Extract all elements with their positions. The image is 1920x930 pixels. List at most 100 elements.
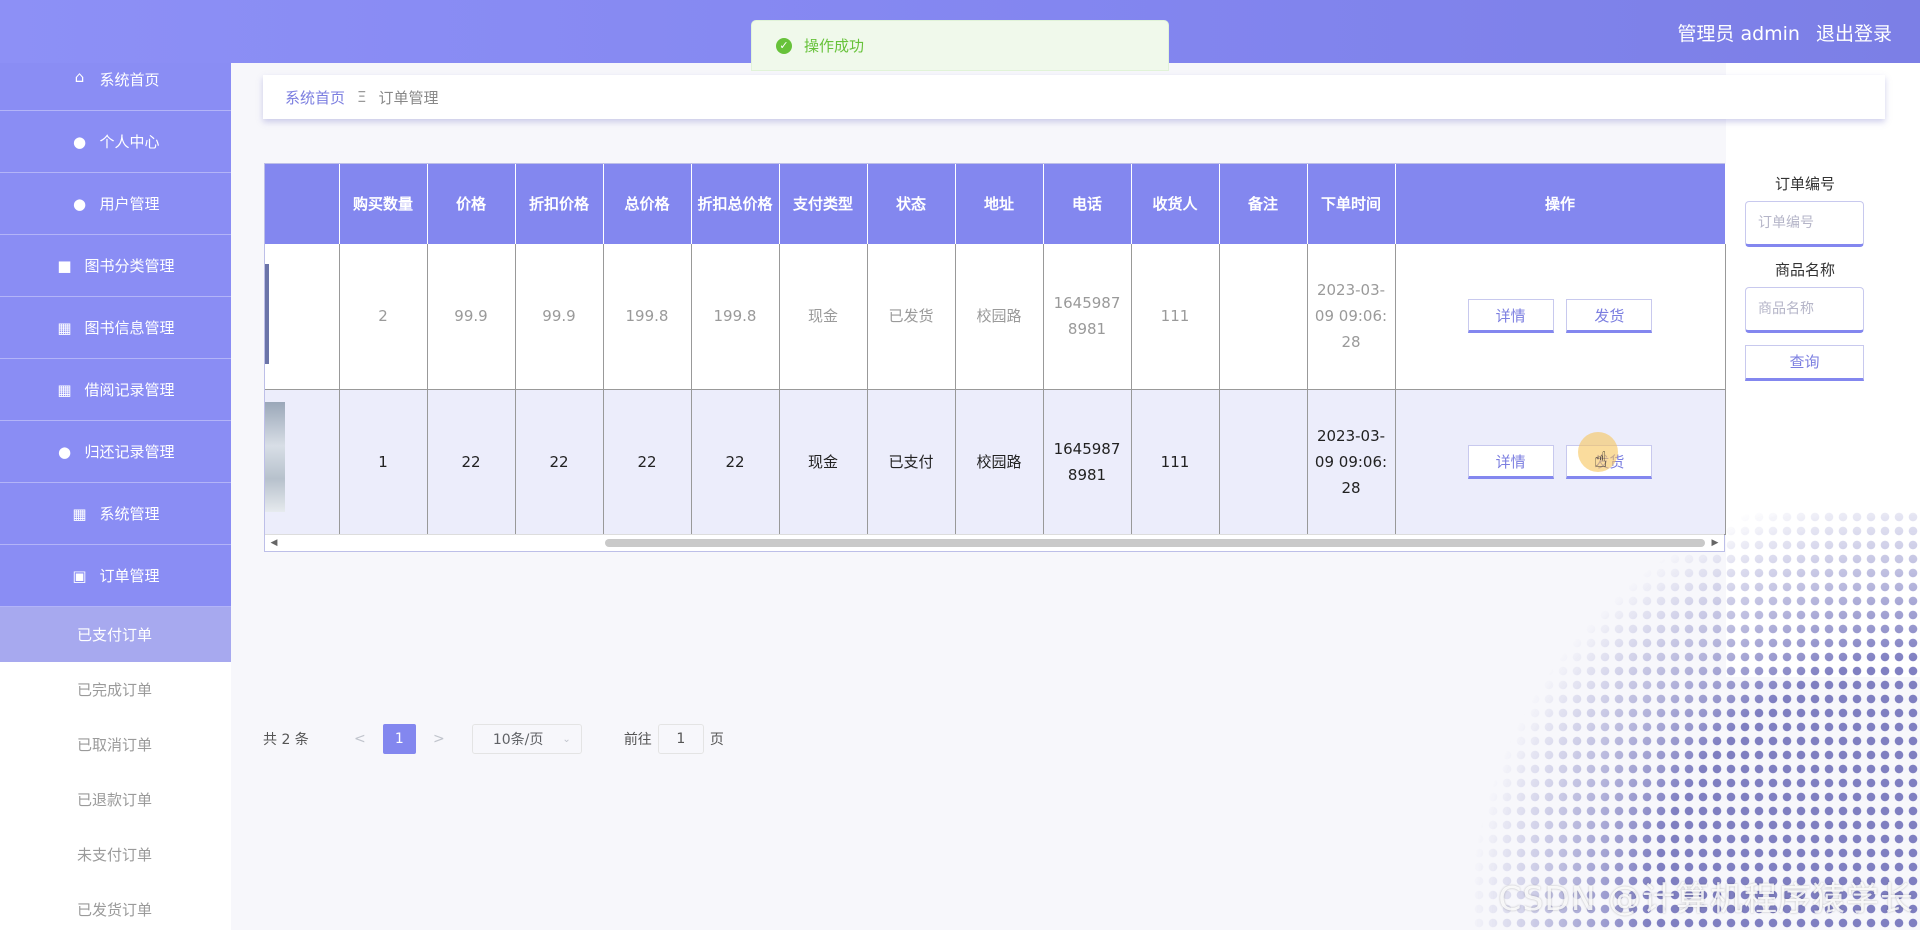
sidebar-item-label: 图书信息管理 (84, 319, 175, 337)
column-header: 收货人 (1131, 164, 1220, 244)
breadcrumb-current: 订单管理 (378, 88, 439, 107)
column-header: 购买数量 (339, 164, 428, 244)
order-no-input[interactable] (1745, 201, 1864, 247)
product-thumbnail (265, 401, 285, 512)
submenu-completed-orders[interactable]: 已完成订单 (0, 662, 231, 717)
submenu-refunded-orders[interactable]: 已退款订单 (0, 772, 231, 827)
column-header: 状态 (867, 164, 956, 244)
next-page-button[interactable]: > (424, 731, 454, 747)
submenu-cancelled-orders[interactable]: 已取消订单 (0, 717, 231, 772)
cell-address: 校园路 (955, 389, 1044, 535)
order-submenu: 已支付订单 已完成订单 已取消订单 已退款订单 未支付订单 已发货订单 (0, 607, 231, 930)
product-name-input[interactable] (1745, 287, 1864, 333)
sidebar-item-label: 个人中心 (99, 133, 160, 151)
success-toast: ✓ 操作成功 (751, 20, 1169, 71)
cell-qty: 2 (339, 244, 428, 390)
table-row: 1 22 22 22 22 现金 已支付 校园路 16459878981 111… (265, 389, 1726, 535)
sidebar-item-label: 用户管理 (99, 195, 160, 213)
detail-button[interactable]: 详情 (1467, 444, 1554, 479)
cell-address: 校园路 (955, 244, 1044, 390)
user-icon: ● (72, 132, 87, 151)
hand-cursor-icon: ☝ (1594, 448, 1608, 473)
grid-icon: ▦ (72, 504, 87, 523)
bulb-icon: ● (57, 442, 72, 461)
sidebar-item-home[interactable]: ⌂ 系统首页 (0, 63, 231, 111)
search-panel: 订单编号 商品名称 查询 (1745, 173, 1865, 381)
grid-icon: ▦ (57, 318, 72, 337)
cell-actions: 详情 发货 (1395, 389, 1726, 535)
sidebar-item-book-info[interactable]: ▦ 图书信息管理 (0, 297, 231, 359)
sidebar-item-order-management[interactable]: ▣ 订单管理 (0, 545, 231, 607)
column-header: 操作 (1395, 164, 1726, 244)
cell-status: 已发货 (867, 244, 956, 390)
cell-status: 已支付 (867, 389, 956, 535)
cell-discount-total: 22 (691, 389, 780, 535)
column-header: 总价格 (603, 164, 692, 244)
orders-table: 购买数量 价格 折扣价格 总价格 折扣总价格 支付类型 状态 地址 电话 收货人… (264, 163, 1726, 552)
cell-actions: 详情 发货 (1395, 244, 1726, 390)
cell-pay-type: 现金 (779, 389, 868, 535)
page-number-current[interactable]: 1 (382, 724, 416, 754)
cell-price: 22 (427, 389, 516, 535)
cell-discount-price: 22 (515, 389, 604, 535)
sidebar-item-return-records[interactable]: ● 归还记录管理 (0, 421, 231, 483)
goto-label: 前往 (623, 732, 652, 748)
submenu-paid-orders[interactable]: 已支付订单 (0, 607, 231, 662)
query-button[interactable]: 查询 (1745, 345, 1864, 381)
table-header-row: 购买数量 价格 折扣价格 总价格 折扣总价格 支付类型 状态 地址 电话 收货人… (265, 164, 1726, 244)
logout-link[interactable]: 退出登录 (1816, 19, 1892, 46)
cell-price: 99.9 (427, 244, 516, 390)
cell-note (1219, 244, 1308, 390)
product-image-cell (265, 244, 340, 390)
goto-page-input[interactable]: 1 (657, 724, 704, 754)
user-manage-icon: ● (72, 194, 87, 213)
submenu-unpaid-orders[interactable]: 未支付订单 (0, 827, 231, 882)
sidebar-item-label: 系统管理 (99, 505, 160, 523)
page-size-select[interactable]: 10条/页 ⌄ (471, 724, 582, 754)
briefcase-icon: ■ (57, 256, 72, 275)
chevron-down-icon: ⌄ (562, 733, 571, 745)
detail-button[interactable]: 详情 (1467, 299, 1554, 334)
scrollbar-thumb[interactable] (605, 539, 1705, 547)
cell-time: 2023-03-09 09:06:28 (1307, 244, 1396, 390)
grid-icon: ▦ (57, 380, 72, 399)
sidebar-item-system-management[interactable]: ▦ 系统管理 (0, 483, 231, 545)
product-image-cell (265, 389, 340, 535)
sidebar-item-borrow-records[interactable]: ▦ 借阅记录管理 (0, 359, 231, 421)
sidebar-item-label: 图书分类管理 (84, 257, 175, 275)
column-header: 备注 (1219, 164, 1308, 244)
cell-receiver: 111 (1131, 389, 1220, 535)
cell-qty: 1 (339, 389, 428, 535)
order-no-label: 订单编号 (1774, 175, 1835, 193)
admin-user-label: 管理员 admin (1677, 23, 1800, 45)
submenu-shipped-orders[interactable]: 已发货订单 (0, 882, 231, 930)
breadcrumb-home[interactable]: 系统首页 (285, 87, 345, 108)
product-thumbnail (265, 264, 269, 364)
cell-total: 199.8 (603, 244, 692, 390)
column-header: 地址 (955, 164, 1044, 244)
cell-note (1219, 389, 1308, 535)
column-header: 折扣总价格 (691, 164, 780, 244)
sidebar-item-user-management[interactable]: ● 用户管理 (0, 173, 231, 235)
column-header: 价格 (427, 164, 516, 244)
home-icon: ⌂ (74, 68, 85, 86)
watermark: CSDN @计算机程序猿学长 (1498, 879, 1914, 918)
sidebar-item-personal-center[interactable]: ● 个人中心 (0, 111, 231, 173)
column-header: 支付类型 (779, 164, 868, 244)
table-row: 2 99.9 99.9 199.8 199.8 现金 已发货 校园路 16459… (265, 244, 1726, 390)
sidebar: ⌂ 系统首页 ● 个人中心 ● 用户管理 ■ 图书分类管理 ▦ 图书信息管理 ▦… (0, 63, 231, 930)
product-name-label: 商品名称 (1774, 261, 1835, 279)
sidebar-item-label: 归还记录管理 (84, 443, 175, 461)
scroll-right-arrow-icon[interactable]: ▶ (1708, 536, 1722, 550)
sidebar-item-book-category[interactable]: ■ 图书分类管理 (0, 235, 231, 297)
toast-message: 操作成功 (804, 37, 865, 55)
cell-discount-total: 199.8 (691, 244, 780, 390)
ship-button[interactable]: 发货 (1566, 299, 1653, 334)
scroll-left-arrow-icon[interactable]: ◀ (267, 536, 281, 550)
cell-time: 2023-03-09 09:06:28 (1307, 389, 1396, 535)
horizontal-scrollbar[interactable]: ◀ ▶ (265, 534, 1724, 550)
breadcrumb-separator: Ξ (357, 88, 367, 106)
cell-discount-price: 99.9 (515, 244, 604, 390)
prev-page-button[interactable]: < (345, 731, 375, 747)
cell-total: 22 (603, 389, 692, 535)
